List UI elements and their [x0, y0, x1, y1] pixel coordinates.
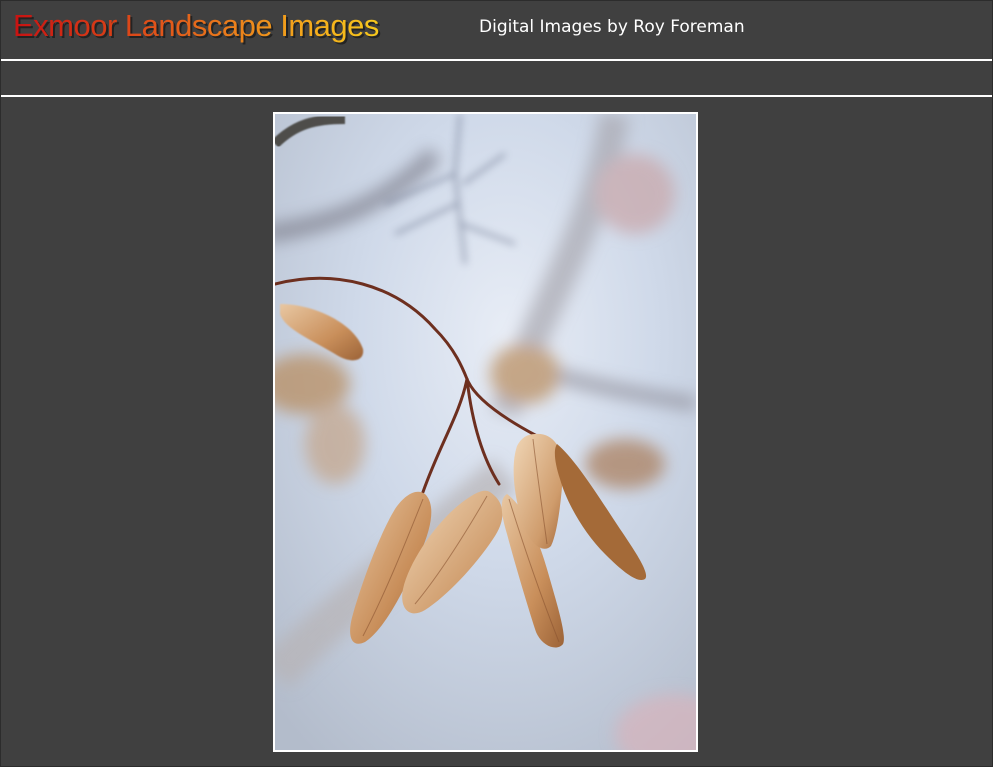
main-photo[interactable]: [273, 112, 698, 752]
nav-divider: [1, 95, 992, 97]
photo-illustration: [275, 114, 696, 750]
site-logo[interactable]: Exmoor Landscape Images: [13, 8, 379, 44]
site-header: Exmoor Landscape Images Exmoor Landscape…: [1, 1, 992, 59]
nav-bar: [1, 61, 992, 95]
site-tagline: Digital Images by Roy Foreman: [479, 17, 745, 37]
page: Exmoor Landscape Images Exmoor Landscape…: [0, 0, 993, 767]
